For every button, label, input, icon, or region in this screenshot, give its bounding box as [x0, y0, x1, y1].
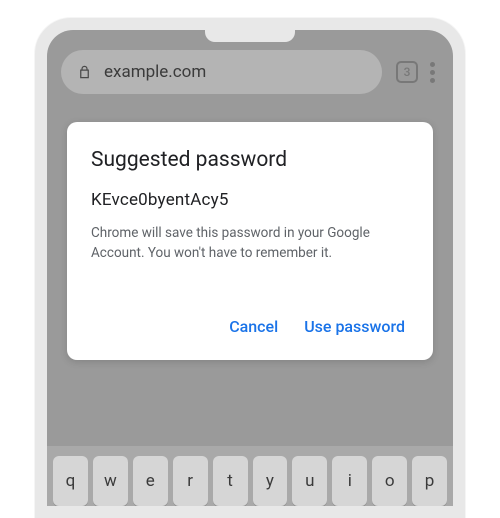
dialog-title: Suggested password: [91, 148, 409, 172]
cancel-button[interactable]: Cancel: [229, 317, 278, 336]
phone-notch: [205, 28, 295, 42]
dialog-description: Chrome will save this password in your G…: [91, 224, 381, 263]
suggested-password-value: KEvce0byentAcy5: [91, 190, 409, 210]
key-i[interactable]: i: [332, 456, 367, 506]
tab-switcher[interactable]: 3: [396, 61, 418, 83]
key-p[interactable]: p: [412, 456, 447, 506]
url-text: example.com: [104, 62, 206, 82]
tab-count: 3: [404, 65, 411, 79]
dialog-actions: Cancel Use password: [91, 317, 409, 344]
lock-icon: [77, 63, 92, 81]
key-t[interactable]: t: [213, 456, 248, 506]
suggested-password-dialog: Suggested password KEvce0byentAcy5 Chrom…: [67, 122, 433, 360]
use-password-button[interactable]: Use password: [304, 317, 405, 336]
screen: example.com 3 Suggested password KEvce0b…: [47, 30, 453, 506]
key-r[interactable]: r: [173, 456, 208, 506]
browser-toolbar: example.com 3: [61, 50, 439, 94]
address-bar[interactable]: example.com: [61, 50, 382, 94]
key-u[interactable]: u: [292, 456, 327, 506]
key-w[interactable]: w: [93, 456, 128, 506]
key-e[interactable]: e: [133, 456, 168, 506]
phone-frame: example.com 3 Suggested password KEvce0b…: [35, 18, 465, 518]
overflow-menu-icon[interactable]: [430, 62, 435, 83]
key-o[interactable]: o: [372, 456, 407, 506]
key-q[interactable]: q: [53, 456, 88, 506]
keyboard: q w e r t y u i o p: [47, 446, 453, 506]
key-y[interactable]: y: [253, 456, 288, 506]
